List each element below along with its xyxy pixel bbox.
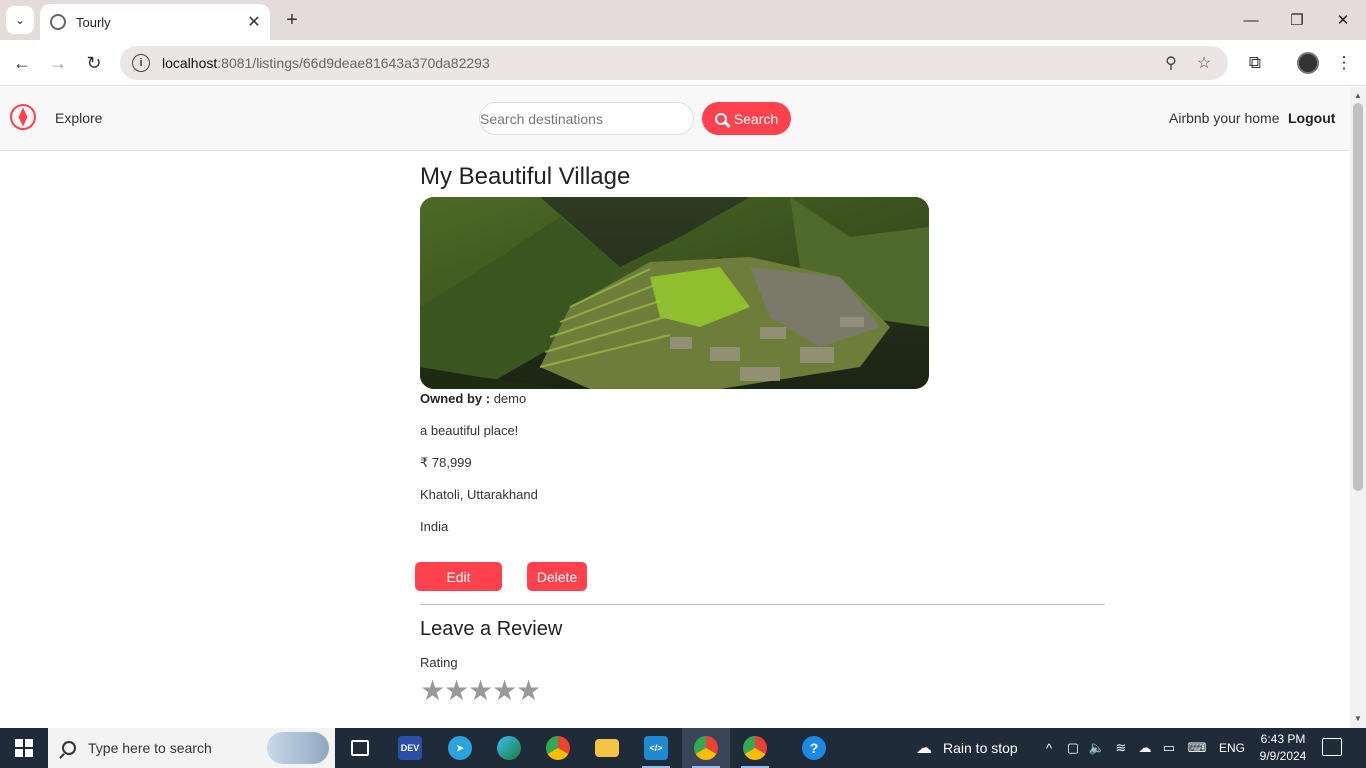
star-icon[interactable]: ★	[420, 677, 445, 705]
file-explorer-icon[interactable]	[583, 728, 631, 768]
meet-now-icon[interactable]: ▢	[1065, 740, 1081, 756]
weather-text[interactable]: Rain to stop	[943, 740, 1018, 756]
listing-description: a beautiful place!	[420, 423, 519, 438]
telegram-icon[interactable]: ➤	[436, 728, 484, 768]
compass-logo-icon[interactable]	[10, 104, 36, 130]
forward-arrow-icon[interactable]: →	[44, 49, 72, 77]
zoom-icon[interactable]: ⚲	[1160, 52, 1182, 74]
clock-time: 6:43 PM	[1260, 732, 1306, 746]
url-path: :8081/listings/66d9deae81643a370da82293	[217, 55, 490, 71]
new-tab-plus-icon[interactable]: +	[280, 8, 304, 32]
globe-icon	[50, 14, 66, 30]
destination-search-input[interactable]	[479, 102, 694, 135]
nav-explore-link[interactable]: Explore	[55, 110, 102, 126]
back-arrow-icon[interactable]: ←	[8, 49, 36, 77]
tray-chevron-icon[interactable]: ^	[1041, 740, 1057, 756]
help-icon[interactable]: ?	[790, 728, 838, 768]
star-icon[interactable]: ★	[492, 677, 517, 705]
star-icon[interactable]: ★	[444, 677, 469, 705]
clock-date: 9/9/2024	[1259, 749, 1307, 763]
extensions-puzzle-icon[interactable]: ⧉	[1243, 51, 1267, 75]
listing-country: India	[420, 519, 449, 534]
scroll-up-arrow-icon[interactable]: ▲	[1354, 91, 1362, 100]
browser-tab[interactable]: Tourly ✕	[40, 4, 270, 40]
airbnb-your-home-link[interactable]: Airbnb your home	[1169, 110, 1280, 126]
search-icon	[62, 741, 76, 755]
listing-location: Khatoli, Uttarakhand	[420, 487, 538, 502]
windows-start-icon[interactable]	[0, 728, 48, 768]
profile-avatar[interactable]	[1297, 52, 1319, 74]
edge-icon[interactable]	[485, 728, 533, 768]
page-scrollbar[interactable]: ▲ ▼	[1350, 87, 1366, 728]
search-icon	[714, 112, 727, 125]
language-indicator[interactable]: ENG	[1219, 741, 1245, 755]
restore-icon[interactable]: ❐	[1274, 0, 1320, 40]
tab-search-chevron-icon[interactable]: ⌄	[6, 6, 34, 34]
search-button[interactable]: Search	[702, 102, 791, 135]
section-divider	[420, 604, 1105, 605]
review-heading: Leave a Review	[420, 618, 563, 640]
chrome-profile-icon[interactable]	[731, 728, 779, 768]
url-host: localhost	[162, 55, 218, 71]
scroll-down-arrow-icon[interactable]: ▼	[1354, 714, 1362, 723]
site-navbar: Explore Search Airbnb your home Logout	[0, 87, 1350, 151]
bookmark-star-icon[interactable]: ☆	[1193, 52, 1215, 74]
address-bar[interactable]: i localhost:8081/listings/66d9deae81643a…	[120, 46, 1228, 80]
owner-label: Owned by :	[420, 391, 491, 406]
chrome-profile-icon[interactable]	[682, 728, 730, 768]
minimize-icon[interactable]: —	[1228, 0, 1274, 40]
tab-title: Tourly	[76, 14, 111, 30]
logout-link[interactable]: Logout	[1288, 110, 1335, 126]
listing-image	[420, 197, 929, 389]
volume-icon[interactable]: 🔈	[1089, 740, 1105, 756]
taskbar-search-box[interactable]: Type here to search	[48, 728, 335, 768]
taskbar-search-placeholder: Type here to search	[88, 740, 212, 756]
owner-line: Owned by : demo	[420, 391, 526, 406]
site-info-icon[interactable]: i	[132, 54, 150, 72]
vscode-icon[interactable]: </>	[632, 728, 680, 768]
onedrive-cloud-icon[interactable]: ☁	[1137, 740, 1153, 756]
edit-button[interactable]: Edit	[415, 562, 502, 591]
task-view-icon[interactable]	[336, 728, 384, 768]
battery-icon[interactable]: ▭	[1161, 740, 1177, 756]
window-close-icon[interactable]: ✕	[1320, 0, 1366, 40]
weather-icon[interactable]: ☁	[912, 740, 936, 757]
listing-title: My Beautiful Village	[420, 163, 631, 190]
delete-button[interactable]: Delete	[527, 562, 587, 591]
browser-tab-strip: ⌄ Tourly ✕ + — ❐ ✕	[0, 0, 1366, 40]
keyboard-icon[interactable]: ⌨	[1185, 740, 1209, 756]
wifi-icon[interactable]: ≋	[1113, 740, 1129, 756]
page-viewport: Explore Search Airbnb your home Logout M…	[0, 87, 1350, 728]
star-icon[interactable]: ★	[516, 677, 541, 705]
close-tab-icon[interactable]: ✕	[244, 12, 264, 32]
taskbar-clock[interactable]: 6:43 PM 9/9/2024	[1258, 731, 1308, 765]
owner-name: demo	[493, 391, 527, 406]
browser-menu-icon[interactable]: ⋮	[1332, 51, 1356, 75]
search-button-label: Search	[733, 110, 779, 127]
star-rating-input[interactable]: ★ ★ ★ ★ ★	[420, 677, 541, 705]
search-highlight-art	[267, 732, 329, 764]
scroll-thumb[interactable]	[1353, 103, 1363, 491]
star-icon[interactable]: ★	[468, 677, 493, 705]
browser-toolbar: ← → ↻ i localhost:8081/listings/66d9deae…	[0, 40, 1366, 86]
chrome-icon[interactable]	[534, 728, 582, 768]
dev-app-icon[interactable]: DEV	[386, 728, 434, 768]
windows-taskbar: Type here to search DEV ➤ </> ? ☁ Rain t…	[0, 728, 1366, 768]
listing-price: ₹ 78,999	[420, 455, 472, 470]
notification-center-icon[interactable]	[1322, 738, 1342, 756]
rating-label: Rating	[420, 655, 458, 670]
reload-icon[interactable]: ↻	[80, 49, 108, 77]
